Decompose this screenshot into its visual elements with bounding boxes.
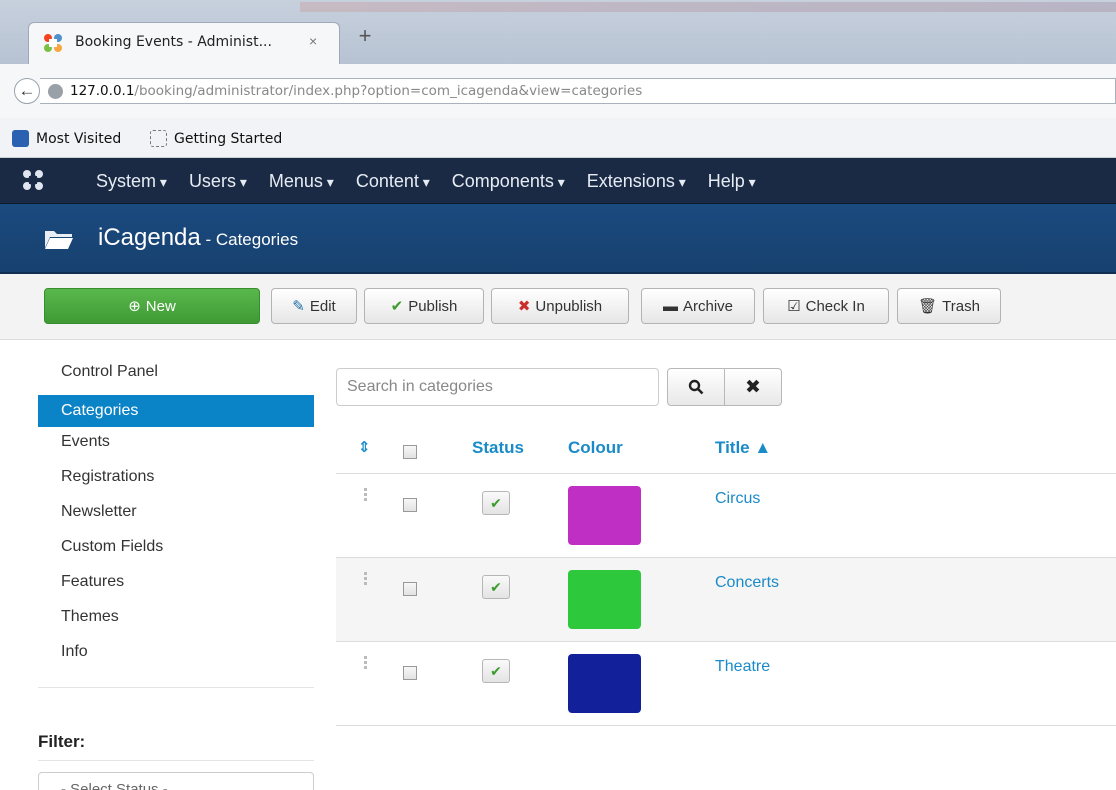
- url-field[interactable]: 127.0.0.1/booking/administrator/index.ph…: [40, 78, 1116, 104]
- new-tab-button[interactable]: +: [352, 22, 378, 50]
- admin-menu: System Users Menus Content Components Ex…: [96, 158, 778, 204]
- table-header: ⇕ Status Colour Title ▲: [336, 428, 1116, 474]
- category-title-link[interactable]: Theatre: [715, 658, 770, 676]
- trash-icon: 🗑: [918, 298, 938, 315]
- menu-extensions[interactable]: Extensions: [587, 171, 686, 192]
- close-icon: ✖: [745, 376, 761, 398]
- select-all-checkbox[interactable]: [403, 445, 417, 459]
- drag-handle-icon[interactable]: [364, 488, 367, 503]
- check-in-button[interactable]: ☑ Check In: [763, 288, 889, 324]
- page-title: iCagenda - Categories: [98, 224, 299, 251]
- table-row: ✔ Circus: [336, 474, 1116, 558]
- clear-search-button[interactable]: ✖: [724, 368, 782, 406]
- category-title-link[interactable]: Concerts: [715, 574, 779, 592]
- sidebar-item-custom-fields[interactable]: Custom Fields: [38, 535, 314, 570]
- bookmarks-bar: Most Visited Getting Started: [0, 118, 1116, 158]
- sidebar-item-categories[interactable]: Categories: [38, 395, 314, 427]
- archive-button[interactable]: ▬ Archive: [641, 288, 755, 324]
- menu-system[interactable]: System: [96, 171, 167, 192]
- most-visited-icon: [12, 130, 29, 147]
- menu-users[interactable]: Users: [189, 171, 247, 192]
- folder-open-icon: [45, 231, 73, 249]
- row-checkbox[interactable]: [403, 498, 417, 512]
- drag-handle-icon[interactable]: [364, 656, 367, 671]
- colour-swatch: [568, 486, 641, 545]
- status-filter-select[interactable]: - Select Status -: [38, 772, 314, 790]
- sidebar: Control Panel Categories Events Registra…: [38, 360, 314, 688]
- search-box: [336, 368, 659, 406]
- trash-button[interactable]: 🗑 Trash: [897, 288, 1001, 324]
- unpublish-button[interactable]: ✖ Unpublish: [491, 288, 629, 324]
- menu-help[interactable]: Help: [708, 171, 756, 192]
- url-text: 127.0.0.1/booking/administrator/index.ph…: [70, 83, 643, 99]
- filter-label: Filter:: [38, 732, 86, 751]
- tab-strip-decoration: [300, 2, 1116, 12]
- row-checkbox[interactable]: [403, 666, 417, 680]
- action-toolbar: ⊕ New ✎ Edit ✔ Publish ✖ Unpublish ▬ Archive …: [0, 274, 1116, 340]
- sidebar-item-newsletter[interactable]: Newsletter: [38, 500, 314, 535]
- search-button[interactable]: [667, 368, 725, 406]
- tab-title: Booking Events - Administ...: [75, 34, 272, 50]
- sidebar-item-registrations[interactable]: Registrations: [38, 465, 314, 500]
- check-icon: ✔: [390, 298, 404, 315]
- table-row: ✔ Theatre: [336, 642, 1116, 726]
- category-title-link[interactable]: Circus: [715, 490, 760, 508]
- bookmark-most-visited[interactable]: Most Visited: [12, 130, 121, 147]
- page-icon: [150, 130, 167, 147]
- check-icon: ✔: [490, 663, 502, 679]
- browser-tab-strip: Booking Events - Administ... × +: [0, 0, 1116, 64]
- edit-button[interactable]: ✎ Edit: [271, 288, 357, 324]
- admin-navbar: System Users Menus Content Components Ex…: [0, 158, 1116, 204]
- filter-divider: [38, 760, 314, 761]
- plus-circle-icon: ⊕: [128, 298, 141, 315]
- address-bar: ← 127.0.0.1/booking/administrator/index.…: [0, 64, 1116, 118]
- new-button[interactable]: ⊕ New: [44, 288, 260, 324]
- edit-icon: ✎: [292, 298, 305, 315]
- tab-close-icon[interactable]: ×: [309, 33, 317, 49]
- column-status[interactable]: Status: [472, 438, 524, 458]
- ordering-sort-icon[interactable]: ⇕: [358, 438, 371, 456]
- joomla-favicon-icon: [44, 34, 62, 52]
- column-colour[interactable]: Colour: [568, 438, 623, 458]
- publish-button[interactable]: ✔ Publish: [364, 288, 484, 324]
- archive-icon: ▬: [662, 297, 678, 315]
- published-toggle[interactable]: ✔: [482, 575, 510, 599]
- column-title[interactable]: Title ▲: [715, 438, 771, 458]
- search-input[interactable]: [337, 369, 658, 405]
- menu-components[interactable]: Components: [452, 171, 565, 192]
- sidebar-item-control-panel[interactable]: Control Panel: [38, 360, 314, 395]
- drag-handle-icon[interactable]: [364, 572, 367, 587]
- search-icon: [688, 379, 704, 395]
- page-header: iCagenda - Categories: [0, 204, 1116, 274]
- colour-swatch: [568, 654, 641, 713]
- published-toggle[interactable]: ✔: [482, 659, 510, 683]
- published-toggle[interactable]: ✔: [482, 491, 510, 515]
- back-button[interactable]: ←: [14, 78, 40, 104]
- check-icon: ✔: [490, 495, 502, 511]
- joomla-logo-icon[interactable]: [22, 169, 44, 191]
- sidebar-item-events[interactable]: Events: [38, 430, 314, 465]
- bookmark-getting-started[interactable]: Getting Started: [150, 130, 282, 147]
- sidebar-item-features[interactable]: Features: [38, 570, 314, 605]
- row-checkbox[interactable]: [403, 582, 417, 596]
- browser-tab[interactable]: Booking Events - Administ... ×: [28, 22, 340, 64]
- colour-swatch: [568, 570, 641, 629]
- check-icon: ✔: [490, 579, 502, 595]
- sidebar-item-info[interactable]: Info: [38, 640, 314, 675]
- checkbox-icon: ☑: [787, 298, 801, 315]
- menu-content[interactable]: Content: [356, 171, 430, 192]
- table-row: ✔ Concerts: [336, 558, 1116, 642]
- menu-menus[interactable]: Menus: [269, 171, 334, 192]
- sidebar-item-themes[interactable]: Themes: [38, 605, 314, 640]
- site-globe-icon: [48, 84, 63, 99]
- sidebar-divider: [38, 687, 314, 688]
- remove-circle-icon: ✖: [517, 298, 531, 315]
